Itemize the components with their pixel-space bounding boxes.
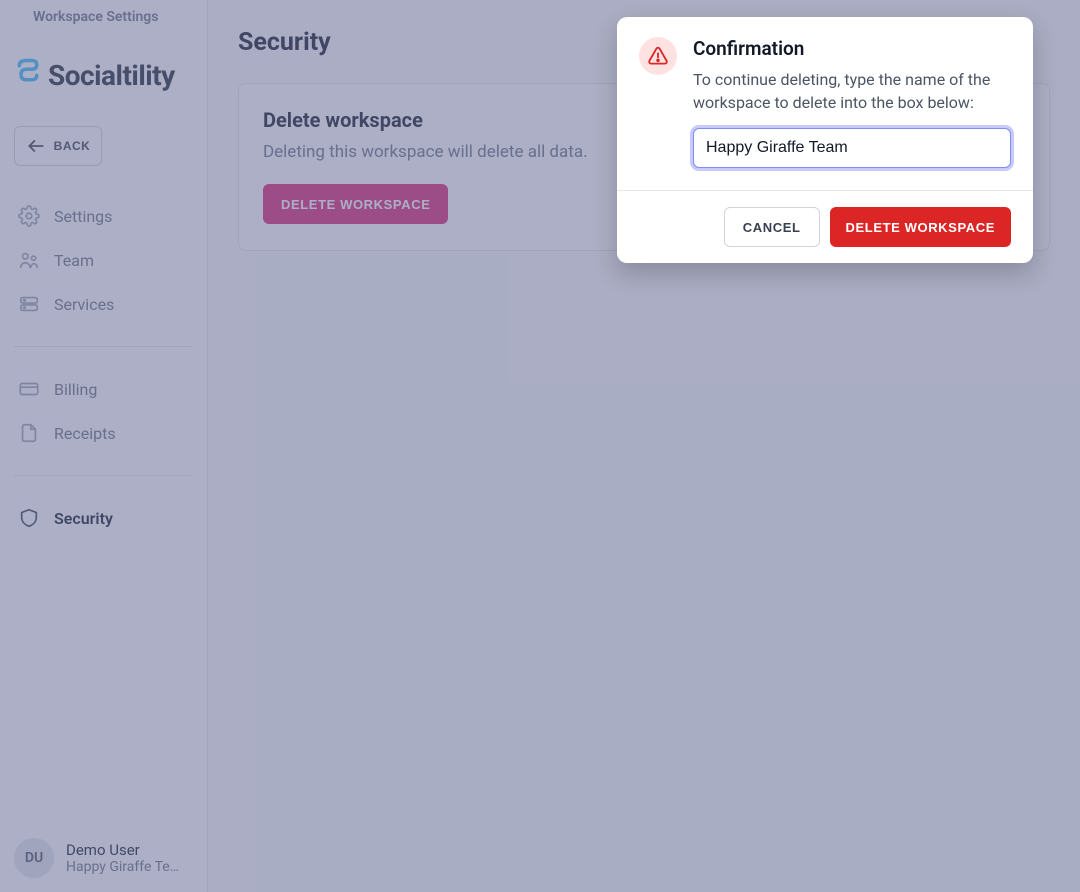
modal-title: Confirmation (693, 37, 1011, 60)
cancel-button[interactable]: CANCEL (724, 207, 820, 247)
confirm-delete-button[interactable]: DELETE WORKSPACE (830, 207, 1011, 247)
modal-text: To continue deleting, type the name of t… (693, 68, 1011, 114)
warning-icon (647, 45, 669, 67)
warning-badge (639, 37, 677, 75)
modal-footer: CANCEL DELETE WORKSPACE (617, 190, 1033, 263)
workspace-name-input[interactable] (693, 128, 1011, 168)
confirmation-modal: Confirmation To continue deleting, type … (617, 17, 1033, 263)
